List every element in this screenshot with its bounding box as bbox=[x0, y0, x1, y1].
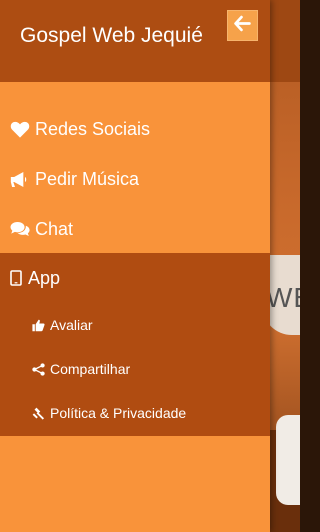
menu-item-redes-sociais[interactable]: Redes Sociais bbox=[0, 104, 270, 154]
sub-item-label: Avaliar bbox=[50, 317, 93, 333]
menu-item-pedir-musica[interactable]: Pedir Música bbox=[0, 154, 270, 204]
arrow-left-icon bbox=[234, 15, 251, 37]
gavel-icon bbox=[32, 407, 48, 420]
drawer-title: Gospel Web Jequié bbox=[20, 24, 203, 47]
menu-item-label: Pedir Música bbox=[35, 168, 140, 189]
sub-item-label: Política & Privacidade bbox=[50, 405, 187, 421]
menu-item-compartilhar[interactable]: Compartilhar bbox=[0, 347, 270, 391]
close-drawer-button[interactable] bbox=[227, 10, 258, 41]
app-section-label: App bbox=[28, 267, 61, 288]
app-section: App Avaliar Compartilhar Política & Priv… bbox=[0, 253, 270, 436]
menu-item-politica-privacidade[interactable]: Política & Privacidade bbox=[0, 391, 270, 435]
app-section-header[interactable]: App bbox=[0, 253, 270, 303]
comments-icon bbox=[10, 220, 32, 238]
menu-item-label: Chat bbox=[35, 218, 74, 239]
menu-item-avaliar[interactable]: Avaliar bbox=[0, 303, 270, 347]
menu-item-chat[interactable]: Chat bbox=[0, 204, 270, 254]
sub-item-label: Compartilhar bbox=[50, 361, 131, 377]
heart-icon bbox=[10, 120, 32, 138]
share-icon bbox=[32, 362, 48, 376]
background-logo-text: WE bbox=[266, 282, 300, 313]
navigation-drawer: Gospel Web Jequié Redes Sociais Pedir Mú… bbox=[0, 0, 270, 532]
mobile-icon bbox=[10, 270, 26, 286]
drawer-header: Gospel Web Jequié bbox=[0, 0, 270, 82]
main-menu: Redes Sociais Pedir Música Chat bbox=[0, 82, 270, 254]
megaphone-icon bbox=[10, 170, 32, 188]
background-image bbox=[276, 415, 300, 505]
thumbs-up-icon bbox=[32, 319, 48, 332]
menu-item-label: Redes Sociais bbox=[35, 118, 151, 139]
